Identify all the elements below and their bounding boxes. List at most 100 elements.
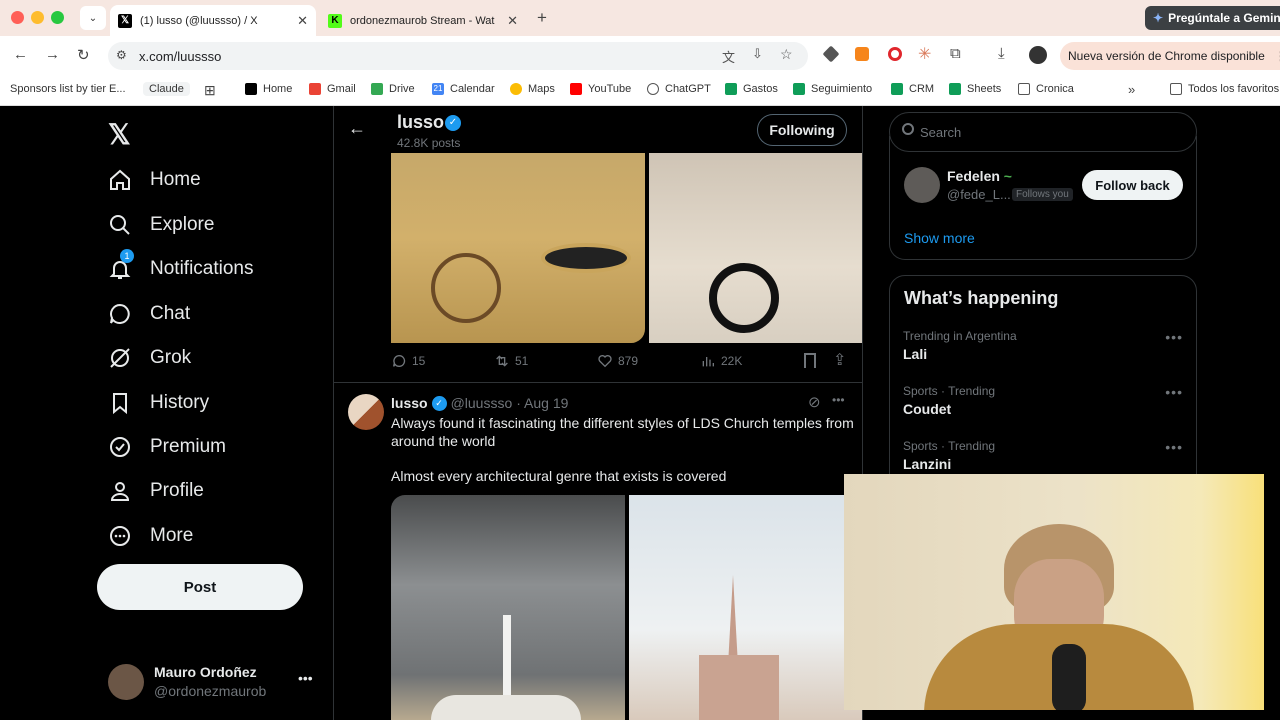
verified-badge-icon: ✓ — [445, 115, 461, 131]
temple-base-graphic — [699, 655, 779, 720]
install-app-icon[interactable]: ⇩ — [752, 46, 763, 62]
bookmark-item[interactable]: Seguimiento — [793, 83, 872, 95]
account-switcher[interactable]: Mauro Ordoñez @ordonezmaurob ••• — [108, 662, 318, 702]
nav-grok[interactable]: Grok — [108, 346, 191, 370]
bookmark-item[interactable]: ChatGPT — [647, 83, 711, 95]
post-date[interactable]: · Aug 19 — [516, 395, 568, 411]
views-button[interactable]: 22K — [700, 353, 742, 369]
profile-name: lusso — [397, 112, 445, 132]
gemini-button[interactable]: ✦ Pregúntale a Gemini — [1145, 6, 1280, 30]
post-avatar[interactable] — [348, 394, 384, 430]
grok-icon — [110, 348, 130, 368]
reload-icon[interactable]: ↻ — [77, 46, 90, 64]
more-horizontal-icon[interactable]: ••• — [1165, 384, 1183, 400]
trend-item[interactable]: Sports · Trending Lanzini ••• — [903, 439, 1183, 472]
lizard-emoji-icon: ~ — [1003, 168, 1012, 184]
post-image[interactable] — [391, 153, 645, 343]
bookmark-item[interactable]: Sponsors list by tier E... — [10, 83, 126, 95]
avatar[interactable] — [904, 167, 940, 203]
tab-search-button[interactable]: ⌄ — [80, 6, 106, 30]
bookmark-item[interactable]: Home — [245, 83, 292, 95]
bookmark-item[interactable]: 21 Calendar — [432, 83, 495, 95]
tab-x-profile[interactable]: 𝕏 (1) lusso (@luussso) / X ✕ — [110, 5, 316, 36]
bookmark-item[interactable]: Drive — [371, 83, 415, 95]
forward-icon[interactable]: → — [45, 46, 60, 63]
trend-item[interactable]: Sports · Trending Coudet ••• — [903, 384, 1183, 417]
post-image[interactable] — [629, 495, 862, 720]
post-image[interactable] — [391, 495, 625, 720]
apps-grid-icon[interactable]: ⊞ — [204, 82, 216, 99]
extension-box-icon[interactable] — [822, 45, 840, 63]
minimize-window-button[interactable] — [31, 11, 44, 24]
bookmark-item[interactable]: Cronica — [1018, 83, 1074, 95]
maximize-window-button[interactable] — [51, 11, 64, 24]
nav-history[interactable]: History — [108, 391, 209, 415]
bookmark-icon[interactable] — [804, 353, 816, 368]
reply-button[interactable]: 15 — [391, 353, 425, 369]
follow-suggestion-name[interactable]: Fedelen ~ — [947, 168, 1012, 184]
bike-wheel-graphic — [709, 263, 779, 333]
x-logo-icon[interactable]: 𝕏 — [108, 118, 131, 151]
close-window-button[interactable] — [11, 11, 24, 24]
post-author-name[interactable]: lusso — [391, 395, 428, 411]
tab-kick-stream[interactable]: K ordonezmaurob Stream - Wat ✕ — [320, 5, 526, 36]
nav-more[interactable]: More — [108, 524, 193, 548]
bookmark-item[interactable]: YouTube — [570, 83, 631, 95]
nav-explore[interactable]: Explore — [108, 213, 214, 237]
nav-premium[interactable]: Premium — [108, 435, 226, 459]
notification-badge: 1 — [120, 249, 134, 263]
post-author-handle[interactable]: @luussso — [451, 395, 513, 411]
more-bookmarks-icon[interactable]: » — [1128, 82, 1135, 97]
bookmark-item[interactable]: Maps — [510, 83, 555, 95]
extensions-puzzle-icon[interactable]: ⧉ — [950, 45, 961, 62]
all-bookmarks-folder[interactable]: Todos los favoritos — [1170, 83, 1279, 95]
bookmark-item[interactable]: Gmail — [309, 83, 356, 95]
search-icon — [902, 123, 914, 135]
grok-icon[interactable]: ⊘ — [808, 393, 821, 411]
nav-chat[interactable]: Chat — [108, 302, 190, 326]
nav-home[interactable]: Home — [108, 168, 201, 192]
x-page: 𝕏 Home Explore Notifications 1 Chat Grok… — [0, 106, 1280, 720]
translate-icon[interactable]: 文 — [722, 47, 735, 66]
more-vert-icon[interactable]: ⋮ — [1275, 49, 1280, 63]
bookmark-item[interactable]: Sheets — [949, 83, 1001, 95]
like-button[interactable]: 879 — [597, 353, 638, 369]
back-icon[interactable]: ← — [13, 46, 28, 63]
post-button[interactable]: Post — [97, 564, 303, 610]
close-tab-icon[interactable]: ✕ — [507, 13, 518, 29]
bar-chart-icon — [702, 357, 714, 367]
profile-header: ← lusso ✓ 42.8K posts Following — [334, 106, 862, 153]
more-horizontal-icon[interactable]: ••• — [832, 393, 845, 407]
new-tab-icon[interactable]: + — [537, 8, 547, 28]
following-button[interactable]: Following — [757, 114, 847, 146]
follow-suggestion-handle: @fede_L... — [947, 187, 1011, 202]
claude-extension-icon[interactable]: ✳ — [918, 44, 931, 64]
site-info-icon[interactable]: ⚙ — [116, 48, 127, 62]
metamask-extension-icon[interactable] — [855, 47, 869, 61]
bookmark-item[interactable]: CRM — [891, 83, 934, 95]
maps-icon — [510, 83, 522, 95]
chrome-update-button[interactable]: Nueva versión de Chrome disponible ⋮ — [1060, 42, 1280, 70]
back-arrow-icon[interactable]: ← — [348, 118, 366, 139]
follow-back-button[interactable]: Follow back — [1082, 170, 1183, 200]
nav-profile[interactable]: Profile — [108, 479, 204, 503]
bookmark-item[interactable]: Claude — [143, 82, 190, 96]
more-horizontal-icon[interactable]: ••• — [298, 670, 313, 686]
bookmark-icon — [113, 393, 127, 415]
downloads-icon[interactable]: ⤓ — [998, 45, 1005, 62]
repost-button[interactable]: 51 — [494, 353, 528, 369]
show-more-link[interactable]: Show more — [904, 230, 975, 246]
profile-avatar-icon[interactable] — [1029, 46, 1047, 64]
more-horizontal-icon[interactable]: ••• — [1165, 329, 1183, 345]
opera-extension-icon[interactable] — [888, 47, 902, 61]
address-bar[interactable]: ⚙ x.com/luussso 文 ⇩ ☆ — [108, 42, 808, 70]
share-icon[interactable]: ⇪ — [833, 350, 846, 370]
more-horizontal-icon[interactable]: ••• — [1165, 439, 1183, 455]
close-tab-icon[interactable]: ✕ — [297, 13, 308, 29]
post-image[interactable] — [649, 153, 862, 343]
bookmark-star-icon[interactable]: ☆ — [780, 46, 793, 63]
bookmark-item[interactable]: Gastos — [725, 83, 778, 95]
nav-notifications[interactable]: Notifications 1 — [108, 249, 254, 281]
trend-item[interactable]: Trending in Argentina Lali ••• — [903, 329, 1183, 362]
trampoline-graphic — [541, 243, 631, 273]
